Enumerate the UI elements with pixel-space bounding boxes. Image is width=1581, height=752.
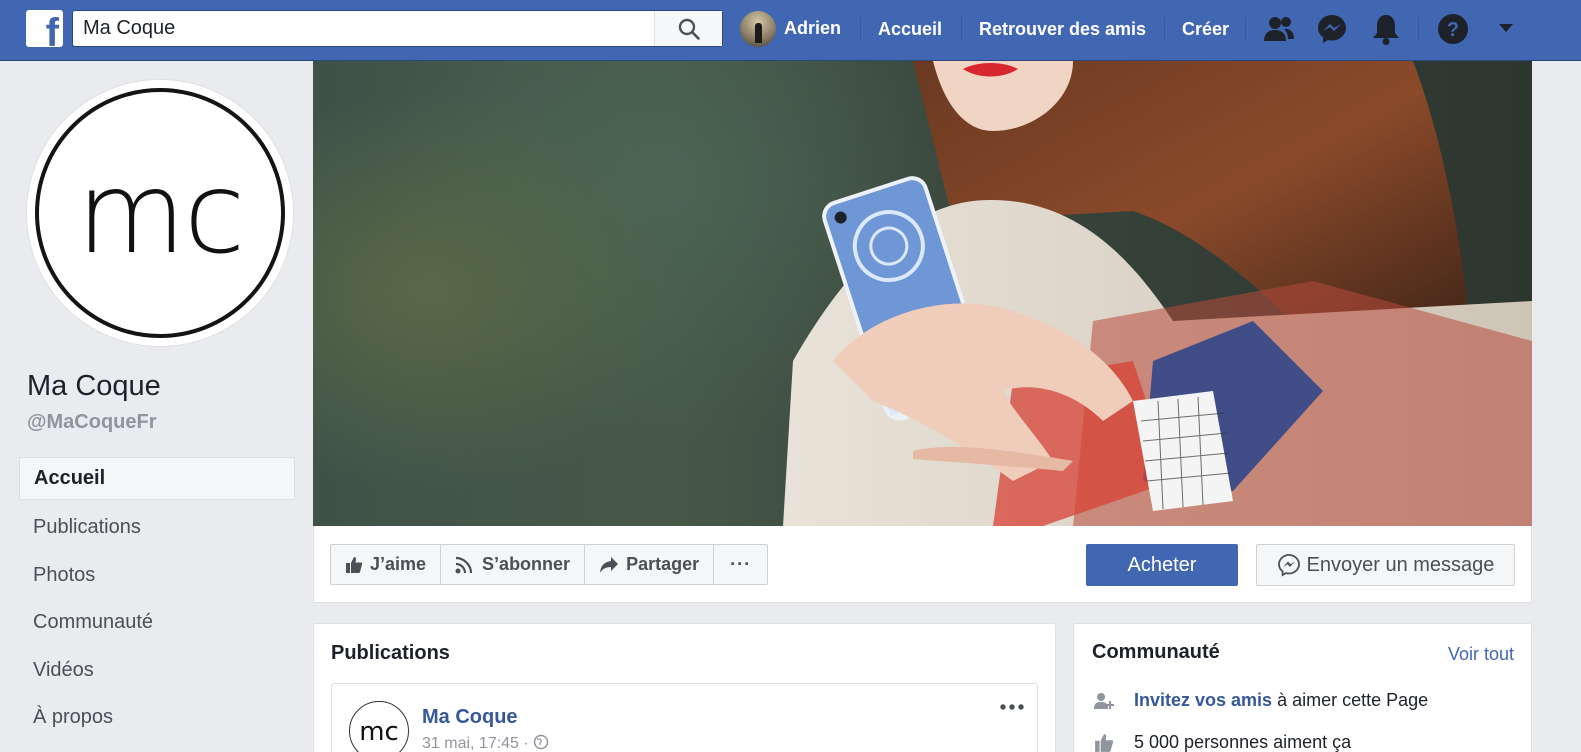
nav-user-profile[interactable]: Adrien <box>740 10 841 47</box>
top-navigation-bar: f Adrien Accueil Retrouver des amis Crée… <box>0 0 1581 61</box>
page-actions-group: J’aime S’abonner Partager ··· <box>330 544 769 585</box>
post-author-avatar[interactable]: mc <box>349 701 409 752</box>
more-options-icon: ··· <box>730 554 752 574</box>
sidebar-item-community[interactable]: Communauté <box>19 599 295 647</box>
post-timestamp[interactable]: 31 mai, 17:45 · <box>422 734 549 752</box>
brand-logo-circle: mc <box>35 88 285 338</box>
page-likes-count: 5 000 personnes aiment ça <box>1134 732 1352 752</box>
publications-title[interactable]: Publications <box>331 642 450 665</box>
cover-illustration <box>313 61 1532 526</box>
community-see-all-link[interactable]: Voir tout <box>1448 644 1514 665</box>
cover-photo[interactable] <box>313 61 1532 526</box>
nav-divider <box>1245 17 1246 41</box>
buy-button-label: Acheter <box>1127 553 1197 576</box>
messenger-icon <box>1277 554 1300 577</box>
page-sidebar-nav: Accueil Publications Photos Communauté V… <box>19 457 295 742</box>
user-name: Adrien <box>784 18 842 38</box>
dropdown-icon[interactable] <box>1497 22 1515 34</box>
post-options-icon[interactable] <box>999 702 1025 712</box>
share-icon <box>600 556 619 573</box>
share-button-label: Partager <box>626 554 700 574</box>
mc-logo-icon: mc <box>359 717 399 747</box>
subscribe-button[interactable]: S’abonner <box>441 545 586 584</box>
page-likes-row: 5 000 personnes aiment ça <box>1092 732 1351 752</box>
page-handle[interactable]: @MaCoqueFr <box>27 411 157 434</box>
sidebar-item-photos[interactable]: Photos <box>19 552 295 600</box>
mc-logo-icon: mc <box>77 149 246 279</box>
like-button[interactable]: J’aime <box>331 545 442 584</box>
thumbs-up-icon <box>1095 733 1114 752</box>
nav-divider <box>860 17 861 41</box>
page-title: Ma Coque <box>27 370 161 402</box>
invite-friends-link[interactable]: Invitez vos amis <box>1134 690 1272 711</box>
messenger-icon[interactable] <box>1315 12 1349 46</box>
nav-divider <box>1418 17 1419 41</box>
subscribe-button-label: S’abonner <box>482 554 571 574</box>
nav-link-create[interactable]: Créer <box>1182 18 1229 40</box>
invite-friends-text: à aimer cette Page <box>1272 690 1429 710</box>
rss-icon <box>455 556 473 573</box>
help-icon[interactable]: ? <box>1436 12 1470 46</box>
nav-link-home[interactable]: Accueil <box>878 18 942 40</box>
publications-card: Publications mc Ma Coque 31 mai, 17:45 · <box>313 623 1056 752</box>
search-bar <box>72 10 723 47</box>
nav-divider <box>961 17 962 41</box>
svg-text:?: ? <box>1447 19 1459 41</box>
post-date-text: 31 mai, 17:45 · <box>422 735 529 752</box>
invite-friends-row: Invitez vos amis à aimer cette Page <box>1092 690 1428 711</box>
nav-divider <box>1164 17 1165 41</box>
page-profile-picture[interactable]: mc <box>26 79 294 347</box>
community-title: Communauté <box>1092 641 1220 663</box>
invite-friends-icon <box>1094 692 1114 709</box>
share-button[interactable]: Partager <box>585 545 715 584</box>
nav-link-find-friends[interactable]: Retrouver des amis <box>979 18 1146 40</box>
logo-text: mc <box>77 149 244 279</box>
facebook-logo-icon[interactable]: f <box>26 10 63 47</box>
like-button-label: J’aime <box>370 554 427 574</box>
sidebar-item-publications[interactable]: Publications <box>19 504 295 552</box>
post-avatar-text: mc <box>359 717 399 747</box>
post: mc Ma Coque 31 mai, 17:45 · <box>331 683 1038 752</box>
globe-icon <box>533 734 549 750</box>
facebook-logo-letter: f <box>45 11 59 47</box>
send-message-label: Envoyer un message <box>1306 553 1495 576</box>
notifications-icon[interactable] <box>1370 12 1402 46</box>
search-button[interactable] <box>654 11 722 46</box>
avatar <box>740 10 776 47</box>
thumbs-up-icon <box>346 556 363 573</box>
post-author-name[interactable]: Ma Coque <box>422 706 518 729</box>
community-card: Communauté Voir tout Invitez vos amis à … <box>1073 623 1532 752</box>
search-icon <box>678 18 700 40</box>
sidebar-item-videos[interactable]: Vidéos <box>19 647 295 695</box>
sidebar-item-home[interactable]: Accueil <box>19 457 295 500</box>
buy-button[interactable]: Acheter <box>1086 544 1238 586</box>
more-actions-button[interactable]: ··· <box>714 545 767 584</box>
send-message-button[interactable]: Envoyer un message <box>1256 544 1515 586</box>
friends-icon[interactable] <box>1262 12 1296 46</box>
search-input[interactable] <box>73 11 654 46</box>
sidebar-item-about[interactable]: À propos <box>19 694 295 742</box>
